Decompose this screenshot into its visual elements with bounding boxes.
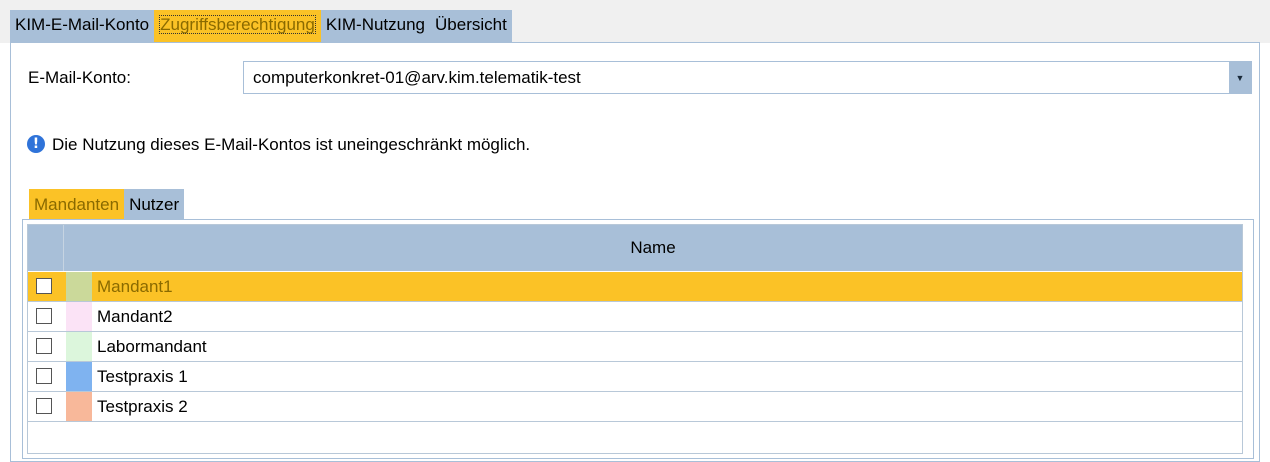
email-account-label: E-Mail-Konto: — [28, 68, 131, 87]
tab-mandanten[interactable]: Mandanten — [29, 189, 125, 220]
tab-kim-nutzung[interactable]: KIM-Nutzung — [320, 10, 431, 42]
column-header-name[interactable]: Name — [64, 225, 1242, 271]
main-tabbar: KIM-E-Mail-Konto Zugriffsberechtigung KI… — [10, 10, 512, 42]
tab-uebersicht[interactable]: Übersicht — [430, 10, 512, 42]
tab-label: KIM-Nutzung — [325, 15, 426, 34]
tab-zugriffsberechtigung[interactable]: Zugriffsberechtigung — [154, 10, 321, 42]
row-name: Labormandant — [97, 337, 207, 356]
email-account-value: computerkonkret-01@arv.kim.telematik-tes… — [253, 68, 581, 87]
sub-tabbar: Mandanten Nutzer — [29, 189, 185, 220]
row-checkbox[interactable] — [36, 308, 52, 324]
color-swatch — [66, 392, 92, 421]
row-name: Testpraxis 2 — [97, 397, 188, 416]
tab-kim-email-konto[interactable]: KIM-E-Mail-Konto — [10, 10, 155, 42]
row-name: Mandant2 — [97, 307, 173, 326]
table-row[interactable]: Mandant2 — [28, 302, 1242, 332]
row-checkbox[interactable] — [36, 338, 52, 354]
color-swatch — [66, 362, 92, 391]
mandanten-table: Name Mandant1 Mandant2 Labormandant Testpra… — [27, 224, 1243, 454]
tab-label: Zugriffsberechtigung — [159, 15, 316, 34]
info-icon: ! — [27, 135, 45, 153]
color-swatch — [66, 302, 92, 331]
tab-nutzer[interactable]: Nutzer — [124, 189, 185, 220]
table-row[interactable]: Labormandant — [28, 332, 1242, 362]
row-checkbox[interactable] — [36, 368, 52, 384]
dropdown-arrow-icon[interactable]: ▼ — [1229, 62, 1251, 93]
email-account-select[interactable]: computerkonkret-01@arv.kim.telematik-tes… — [243, 61, 1252, 94]
info-message: Die Nutzung dieses E-Mail-Kontos ist une… — [52, 135, 531, 154]
color-swatch — [66, 332, 92, 361]
table-row[interactable]: Mandant1 — [28, 272, 1242, 302]
table-row[interactable]: Testpraxis 2 — [28, 392, 1242, 422]
table-row[interactable]: Testpraxis 1 — [28, 362, 1242, 392]
color-swatch — [66, 272, 92, 301]
tab-label: Übersicht — [435, 15, 507, 34]
row-name: Testpraxis 1 — [97, 367, 188, 386]
tab-label: KIM-E-Mail-Konto — [15, 15, 150, 34]
table-body: Mandant1 Mandant2 Labormandant Testpraxis 1… — [28, 272, 1242, 422]
row-name: Mandant1 — [97, 277, 173, 296]
row-checkbox[interactable] — [36, 278, 52, 294]
checkbox-column-header[interactable] — [28, 225, 64, 271]
row-checkbox[interactable] — [36, 398, 52, 414]
table-header: Name — [28, 225, 1242, 271]
